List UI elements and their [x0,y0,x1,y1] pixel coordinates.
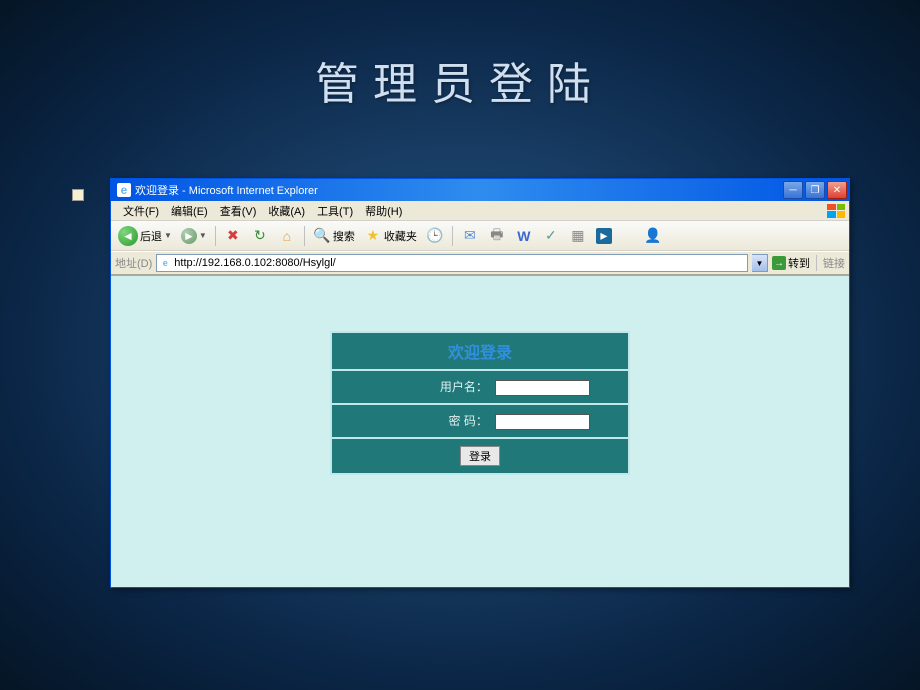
password-row: 密 码： [331,404,629,438]
stop-icon: ✖ [224,227,242,245]
login-form: 欢迎登录 用户名： 密 码： 登录 [330,331,630,475]
menu-bar: 文件(F) 编辑(E) 查看(V) 收藏(A) 工具(T) 帮助(H) [111,201,849,221]
menu-view[interactable]: 查看(V) [214,201,263,221]
edit-button[interactable]: W [512,224,536,248]
ie-browser-window: e 欢迎登录 - Microsoft Internet Explorer ─ ❐… [110,178,850,588]
forward-arrow-icon: ► [181,228,197,244]
history-icon: 🕒 [426,227,444,245]
stop-button[interactable]: ✖ [221,224,245,248]
address-bar: 地址(D) e http://192.168.0.102:8080/Hsylgl… [111,251,849,275]
toolbar: ◄ 后退 ▼ ► ▼ ✖ ↻ ⌂ 🔍 搜索 ★ 收藏夹 🕒 ✉ 🖶 W ✓ ▦ … [111,221,849,251]
close-button[interactable]: ✕ [827,181,847,199]
bullet-icon [72,189,84,201]
go-button[interactable]: → 转到 [772,255,810,271]
print-icon: 🖶 [488,227,506,245]
menu-file[interactable]: 文件(F) [117,201,165,221]
tool-icon-2: ▦ [569,227,587,245]
search-icon: 🔍 [313,227,331,245]
window-title: 欢迎登录 - Microsoft Internet Explorer [135,182,783,198]
username-input[interactable] [495,380,590,396]
messenger-button[interactable]: 👤 [641,224,665,248]
mail-icon: ✉ [461,227,479,245]
refresh-icon: ↻ [251,227,269,245]
menu-favorites[interactable]: 收藏(A) [262,201,311,221]
url-text: http://192.168.0.102:8080/Hsylgl/ [174,257,335,269]
username-label: 用户名： [370,378,488,395]
menu-help[interactable]: 帮助(H) [359,201,408,221]
messenger-icon: 👤 [644,227,662,245]
menu-tools[interactable]: 工具(T) [311,201,359,221]
dropdown-icon: ▼ [164,231,172,240]
page-content: 欢迎登录 用户名： 密 码： 登录 [111,275,849,587]
ie-icon: e [117,183,131,197]
refresh-button[interactable]: ↻ [248,224,272,248]
separator [304,226,305,246]
favorites-label: 收藏夹 [384,228,417,244]
tool-button-1[interactable]: ✓ [539,224,563,248]
favorites-button[interactable]: ★ 收藏夹 [361,224,420,248]
tool-icon-3: ▸ [596,228,612,244]
dropdown-icon: ▼ [199,231,207,240]
back-button[interactable]: ◄ 后退 ▼ [115,224,175,248]
mail-button[interactable]: ✉ [458,224,482,248]
home-icon: ⌂ [278,227,296,245]
back-label: 后退 [140,228,162,244]
address-dropdown[interactable]: ▼ [752,254,768,272]
minimize-button[interactable]: ─ [783,181,803,199]
history-button[interactable]: 🕒 [423,224,447,248]
separator [215,226,216,246]
tool-icon-1: ✓ [542,227,560,245]
window-titlebar[interactable]: e 欢迎登录 - Microsoft Internet Explorer ─ ❐… [111,179,849,201]
submit-row: 登录 [331,438,629,474]
forward-button[interactable]: ► ▼ [178,224,210,248]
go-label: 转到 [788,255,810,271]
links-label[interactable]: 链接 [816,255,845,271]
print-button[interactable]: 🖶 [485,224,509,248]
search-button[interactable]: 🔍 搜索 [310,224,358,248]
page-icon: e [159,257,171,269]
word-icon: W [515,227,533,245]
back-arrow-icon: ◄ [118,226,138,246]
maximize-button[interactable]: ❐ [805,181,825,199]
address-label: 地址(D) [115,255,152,271]
separator [452,226,453,246]
go-arrow-icon: → [772,256,786,270]
login-button[interactable]: 登录 [460,446,500,466]
slide-title: 管理员登陆 [0,0,920,112]
menu-edit[interactable]: 编辑(E) [165,201,214,221]
home-button[interactable]: ⌂ [275,224,299,248]
address-input[interactable]: e http://192.168.0.102:8080/Hsylgl/ [156,254,748,272]
username-row: 用户名： [331,370,629,404]
password-input[interactable] [495,414,590,430]
tool-button-3[interactable]: ▸ [593,224,615,248]
password-label: 密 码： [370,412,488,429]
star-icon: ★ [364,227,382,245]
tool-button-2[interactable]: ▦ [566,224,590,248]
login-title: 欢迎登录 [331,332,629,370]
search-label: 搜索 [333,228,355,244]
windows-logo-icon [827,204,845,218]
